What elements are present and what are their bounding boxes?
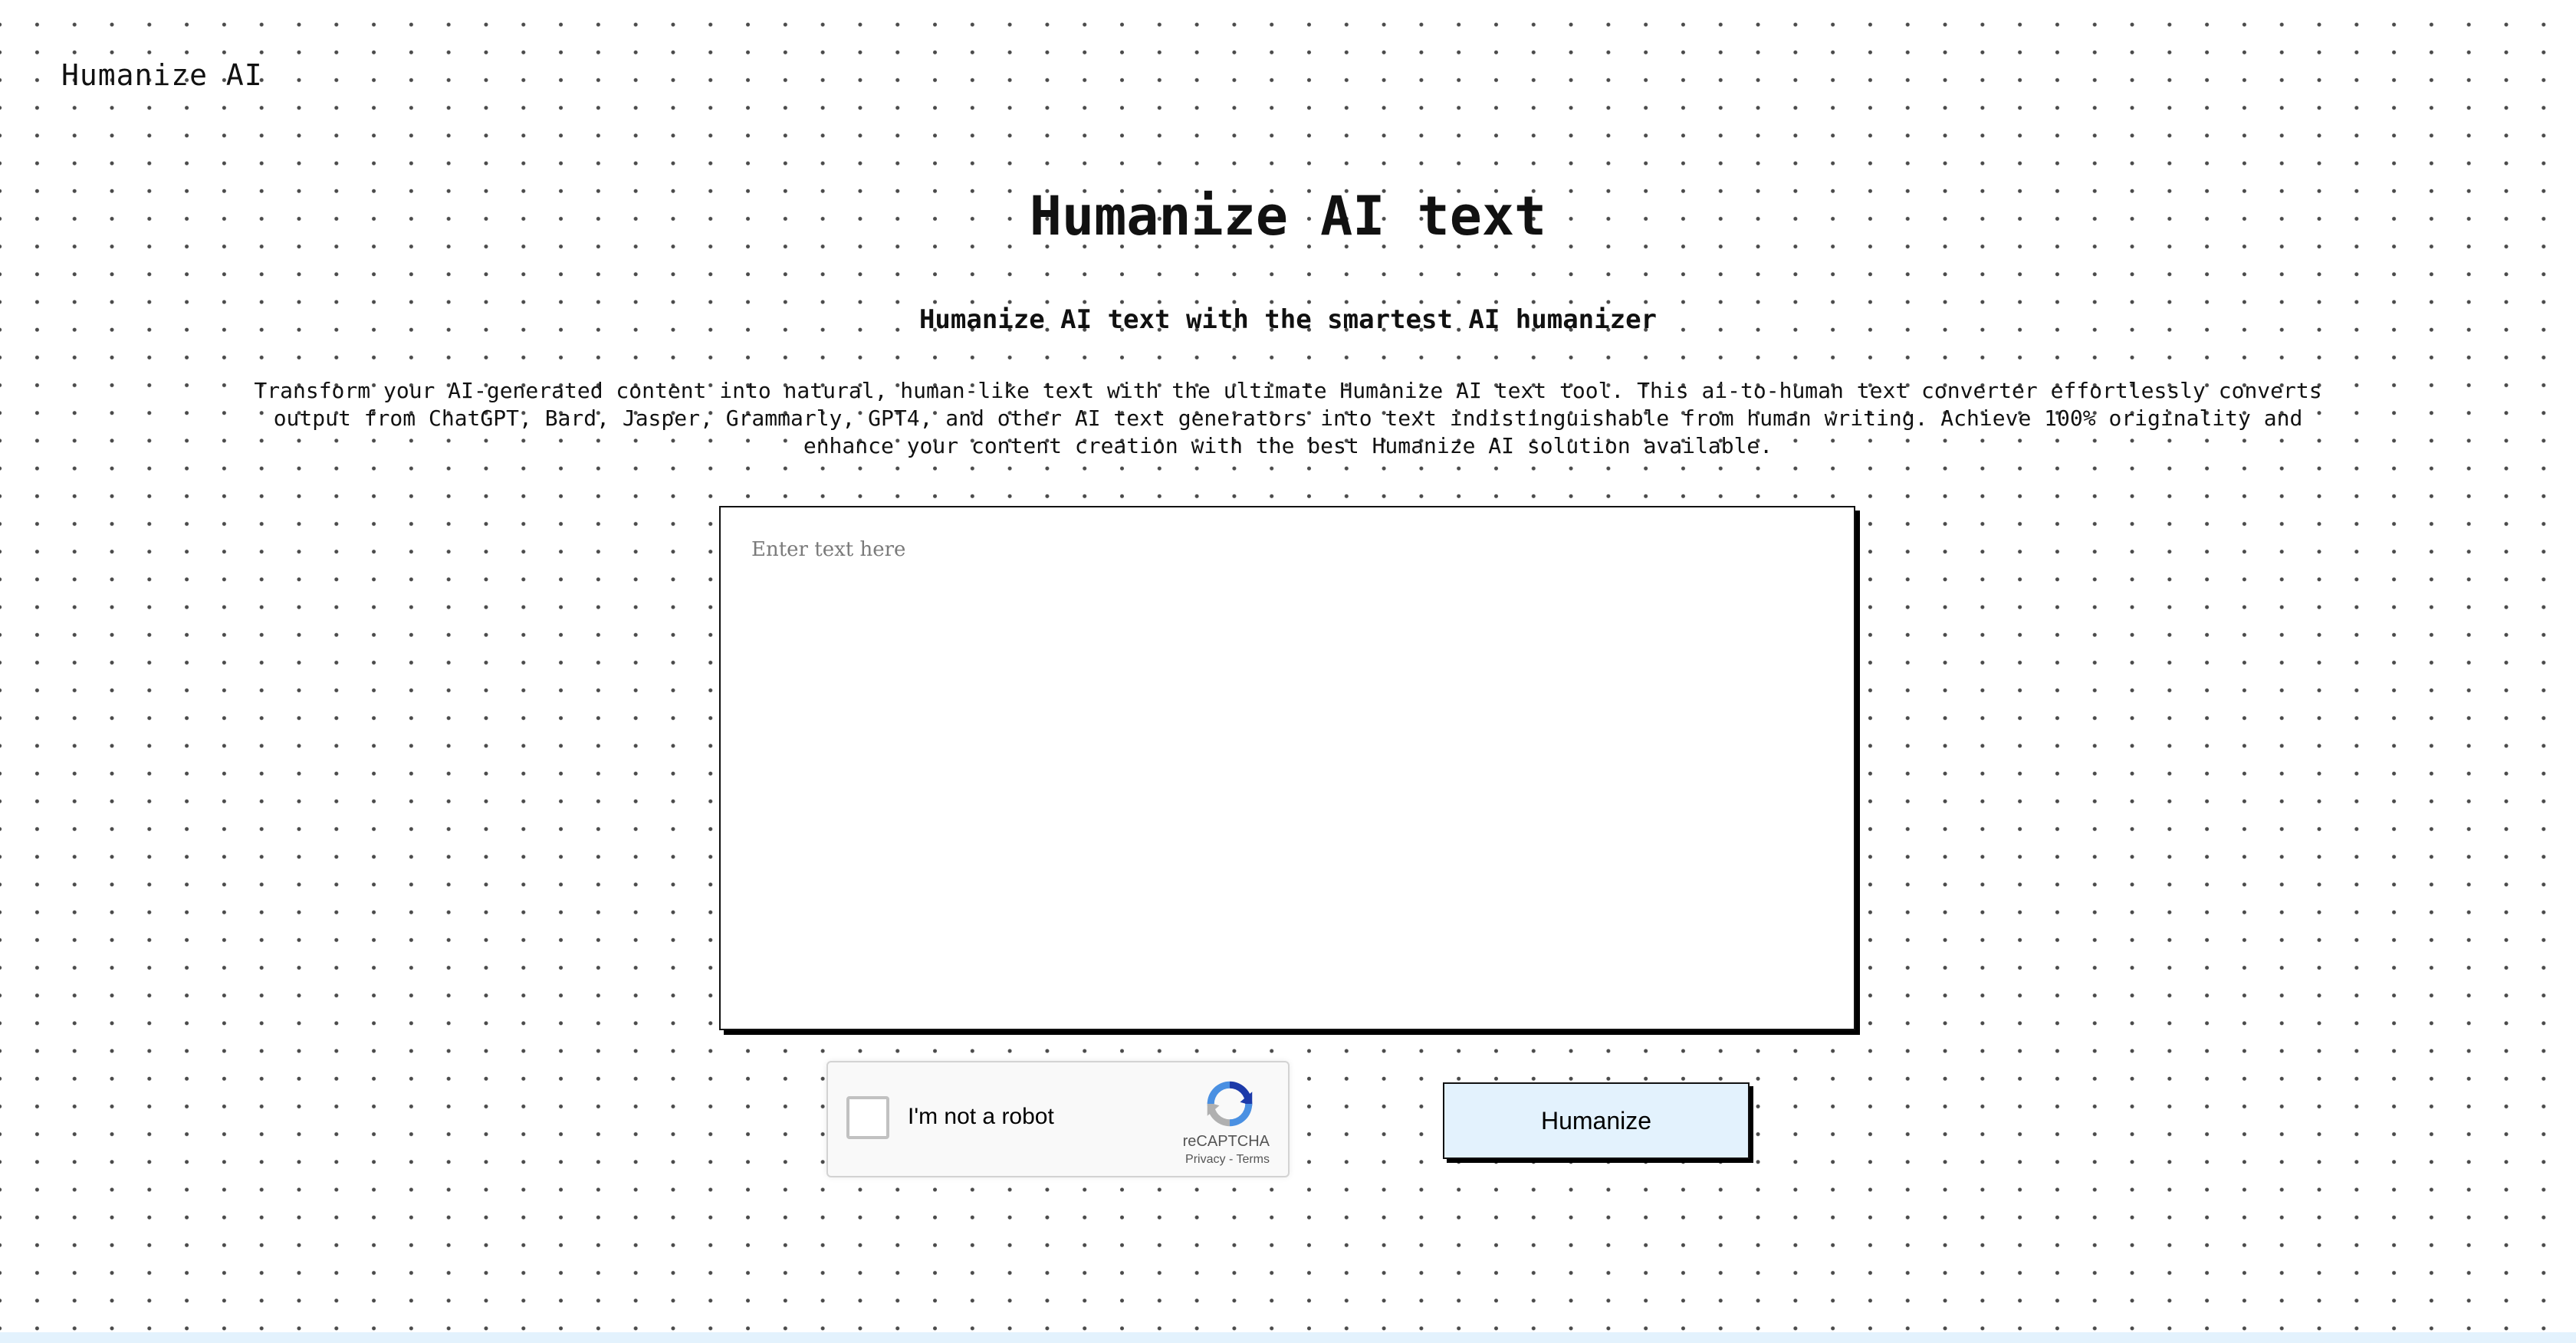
recaptcha-widget: I'm not a robot reCAPTCHA Privacy - Term… <box>826 1061 1290 1177</box>
recaptcha-logo-icon <box>1207 1081 1253 1127</box>
page-title: Humanize AI text <box>1029 185 1547 248</box>
recaptcha-link-separator: - <box>1225 1153 1237 1166</box>
text-input[interactable] <box>721 507 1854 1029</box>
recaptcha-checkbox[interactable] <box>846 1096 889 1139</box>
recaptcha-label: I'm not a robot <box>908 1104 1054 1129</box>
brand-logo-text[interactable]: Humanize AI <box>61 58 263 92</box>
recaptcha-privacy-link[interactable]: Privacy <box>1185 1153 1225 1166</box>
bottom-bar <box>0 1332 2576 1343</box>
page-subtitle: Humanize AI text with the smartest AI hu… <box>918 304 1658 335</box>
text-input-container <box>719 506 1855 1030</box>
page-description: Transform your AI-generated content into… <box>254 378 2322 458</box>
recaptcha-links: Privacy - Terms <box>1185 1153 1270 1167</box>
recaptcha-terms-link[interactable]: Terms <box>1236 1153 1270 1166</box>
humanize-button[interactable]: Humanize <box>1443 1082 1750 1159</box>
recaptcha-brand: reCAPTCHA <box>1182 1133 1270 1150</box>
